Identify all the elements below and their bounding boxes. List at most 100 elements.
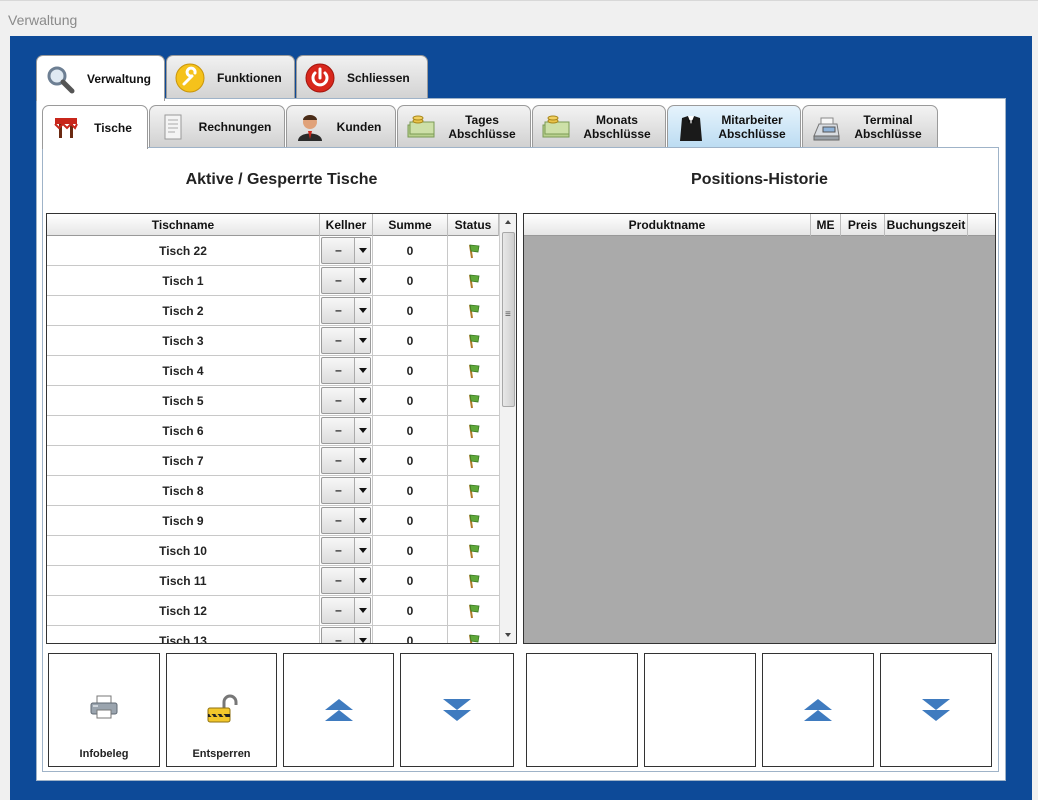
col-buchungszeit[interactable]: Buchungszeit <box>885 214 968 236</box>
chevron-down-icon[interactable] <box>354 478 370 503</box>
kellner-select[interactable]: – <box>321 447 371 474</box>
kellner-value: – <box>335 483 342 497</box>
tables-page-down-button[interactable] <box>400 653 514 767</box>
entsperren-button[interactable]: Entsperren <box>166 653 277 767</box>
chevron-down-icon[interactable] <box>354 568 370 593</box>
col-tischname[interactable]: Tischname <box>47 214 320 236</box>
col-summe[interactable]: Summe <box>373 214 448 236</box>
infobeleg-button[interactable]: Infobeleg <box>48 653 160 767</box>
chevron-down-icon[interactable] <box>354 598 370 623</box>
tab-label: Tische <box>94 120 132 135</box>
table-row[interactable]: Tisch 2 – 0 <box>47 296 499 326</box>
kellner-select[interactable]: – <box>321 357 371 384</box>
table-row[interactable]: Tisch 11 – 0 <box>47 566 499 596</box>
cash-register-icon <box>811 112 841 142</box>
history-page-down-button[interactable] <box>880 653 992 767</box>
kellner-select[interactable]: – <box>321 627 371 643</box>
table-name-cell: Tisch 2 <box>47 296 320 326</box>
tab-rechnungen[interactable]: Rechnungen <box>149 105 285 148</box>
kellner-select[interactable]: – <box>321 507 371 534</box>
kellner-cell: – <box>320 566 373 596</box>
table-row[interactable]: Tisch 1 – 0 <box>47 266 499 296</box>
kellner-select[interactable]: – <box>321 237 371 264</box>
kellner-select[interactable]: – <box>321 327 371 354</box>
chevron-down-icon[interactable] <box>354 328 370 353</box>
summe-cell: 0 <box>373 236 448 266</box>
scroll-up-icon <box>803 698 833 725</box>
chevron-down-icon[interactable] <box>354 508 370 533</box>
table-row[interactable]: Tisch 8 – 0 <box>47 476 499 506</box>
chevron-down-icon[interactable] <box>354 298 370 323</box>
table-row[interactable]: Tisch 3 – 0 <box>47 326 499 356</box>
chevron-down-icon[interactable] <box>354 388 370 413</box>
tab-terminal-abschluesse[interactable]: Terminal Abschlüsse <box>802 105 938 148</box>
status-cell <box>448 386 499 416</box>
table-name-cell: Tisch 22 <box>47 236 320 266</box>
tab-tische[interactable]: Tische <box>42 105 148 149</box>
tab-schliessen[interactable]: Schliessen <box>296 55 428 99</box>
table-name-cell: Tisch 1 <box>47 266 320 296</box>
table-row[interactable]: Tisch 22 – 0 <box>47 236 499 266</box>
table-row[interactable]: Tisch 12 – 0 <box>47 596 499 626</box>
table-row[interactable]: Tisch 10 – 0 <box>47 536 499 566</box>
summe-cell: 0 <box>373 296 448 326</box>
tab-monats-abschluesse[interactable]: Monats Abschlüsse <box>532 105 666 148</box>
kellner-select[interactable]: – <box>321 417 371 444</box>
status-cell <box>448 596 499 626</box>
window-title: Verwaltung <box>8 12 78 28</box>
scroll-thumb[interactable] <box>502 232 515 407</box>
col-produktname[interactable]: Produktname <box>524 214 811 236</box>
kellner-cell: – <box>320 326 373 356</box>
chevron-down-icon[interactable] <box>354 268 370 293</box>
col-preis[interactable]: Preis <box>841 214 885 236</box>
kellner-cell: – <box>320 296 373 326</box>
chevron-down-icon[interactable] <box>354 358 370 383</box>
summe-cell: 0 <box>373 506 448 536</box>
tab-mitarbeiter-abschluesse[interactable]: Mitarbeiter Abschlüsse <box>667 105 801 148</box>
table-row[interactable]: Tisch 5 – 0 <box>47 386 499 416</box>
col-status[interactable]: Status <box>448 214 499 236</box>
table-row[interactable]: Tisch 7 – 0 <box>47 446 499 476</box>
scroll-up-arrow-icon[interactable] <box>500 214 516 230</box>
position-history-list: Produktname ME Preis Buchungszeit <box>523 213 996 644</box>
summe-cell: 0 <box>373 626 448 643</box>
chevron-down-icon[interactable] <box>354 418 370 443</box>
history-page-up-button[interactable] <box>762 653 874 767</box>
summe-cell: 0 <box>373 356 448 386</box>
table-row[interactable]: Tisch 4 – 0 <box>47 356 499 386</box>
status-cell <box>448 266 499 296</box>
kellner-select[interactable]: – <box>321 567 371 594</box>
kellner-select[interactable]: – <box>321 477 371 504</box>
tables-list: Tischname Kellner Summe Status Tisch 22 –… <box>46 213 517 644</box>
table-row[interactable]: Tisch 9 – 0 <box>47 506 499 536</box>
kellner-select[interactable]: – <box>321 597 371 624</box>
section-title-tische: Aktive / Gesperrte Tische <box>185 171 378 188</box>
history-header: Produktname ME Preis Buchungszeit <box>524 214 995 236</box>
kellner-select[interactable]: – <box>321 537 371 564</box>
scroll-down-arrow-icon[interactable] <box>500 627 516 643</box>
chevron-down-icon[interactable] <box>354 628 370 643</box>
tab-verwaltung[interactable]: Verwaltung <box>36 55 165 101</box>
history-action-button-2[interactable] <box>644 653 756 767</box>
flag-icon <box>465 483 481 499</box>
history-action-button-1[interactable] <box>526 653 638 767</box>
printer-icon <box>89 694 119 723</box>
tables-scrollbar[interactable] <box>499 214 516 643</box>
kellner-cell: – <box>320 536 373 566</box>
tab-tages-abschluesse[interactable]: Tages Abschlüsse <box>397 105 531 148</box>
kellner-value: – <box>335 303 342 317</box>
kellner-select[interactable]: – <box>321 267 371 294</box>
kellner-select[interactable]: – <box>321 387 371 414</box>
tab-funktionen[interactable]: Funktionen <box>166 55 295 99</box>
chevron-down-icon[interactable] <box>354 538 370 563</box>
col-me[interactable]: ME <box>811 214 841 236</box>
tables-page-up-button[interactable] <box>283 653 394 767</box>
chevron-down-icon[interactable] <box>354 238 370 263</box>
table-row[interactable]: Tisch 13 – 0 <box>47 626 499 643</box>
kellner-cell: – <box>320 626 373 643</box>
col-kellner[interactable]: Kellner <box>320 214 373 236</box>
kellner-select[interactable]: – <box>321 297 371 324</box>
table-row[interactable]: Tisch 6 – 0 <box>47 416 499 446</box>
chevron-down-icon[interactable] <box>354 448 370 473</box>
tab-kunden[interactable]: Kunden <box>286 105 396 148</box>
